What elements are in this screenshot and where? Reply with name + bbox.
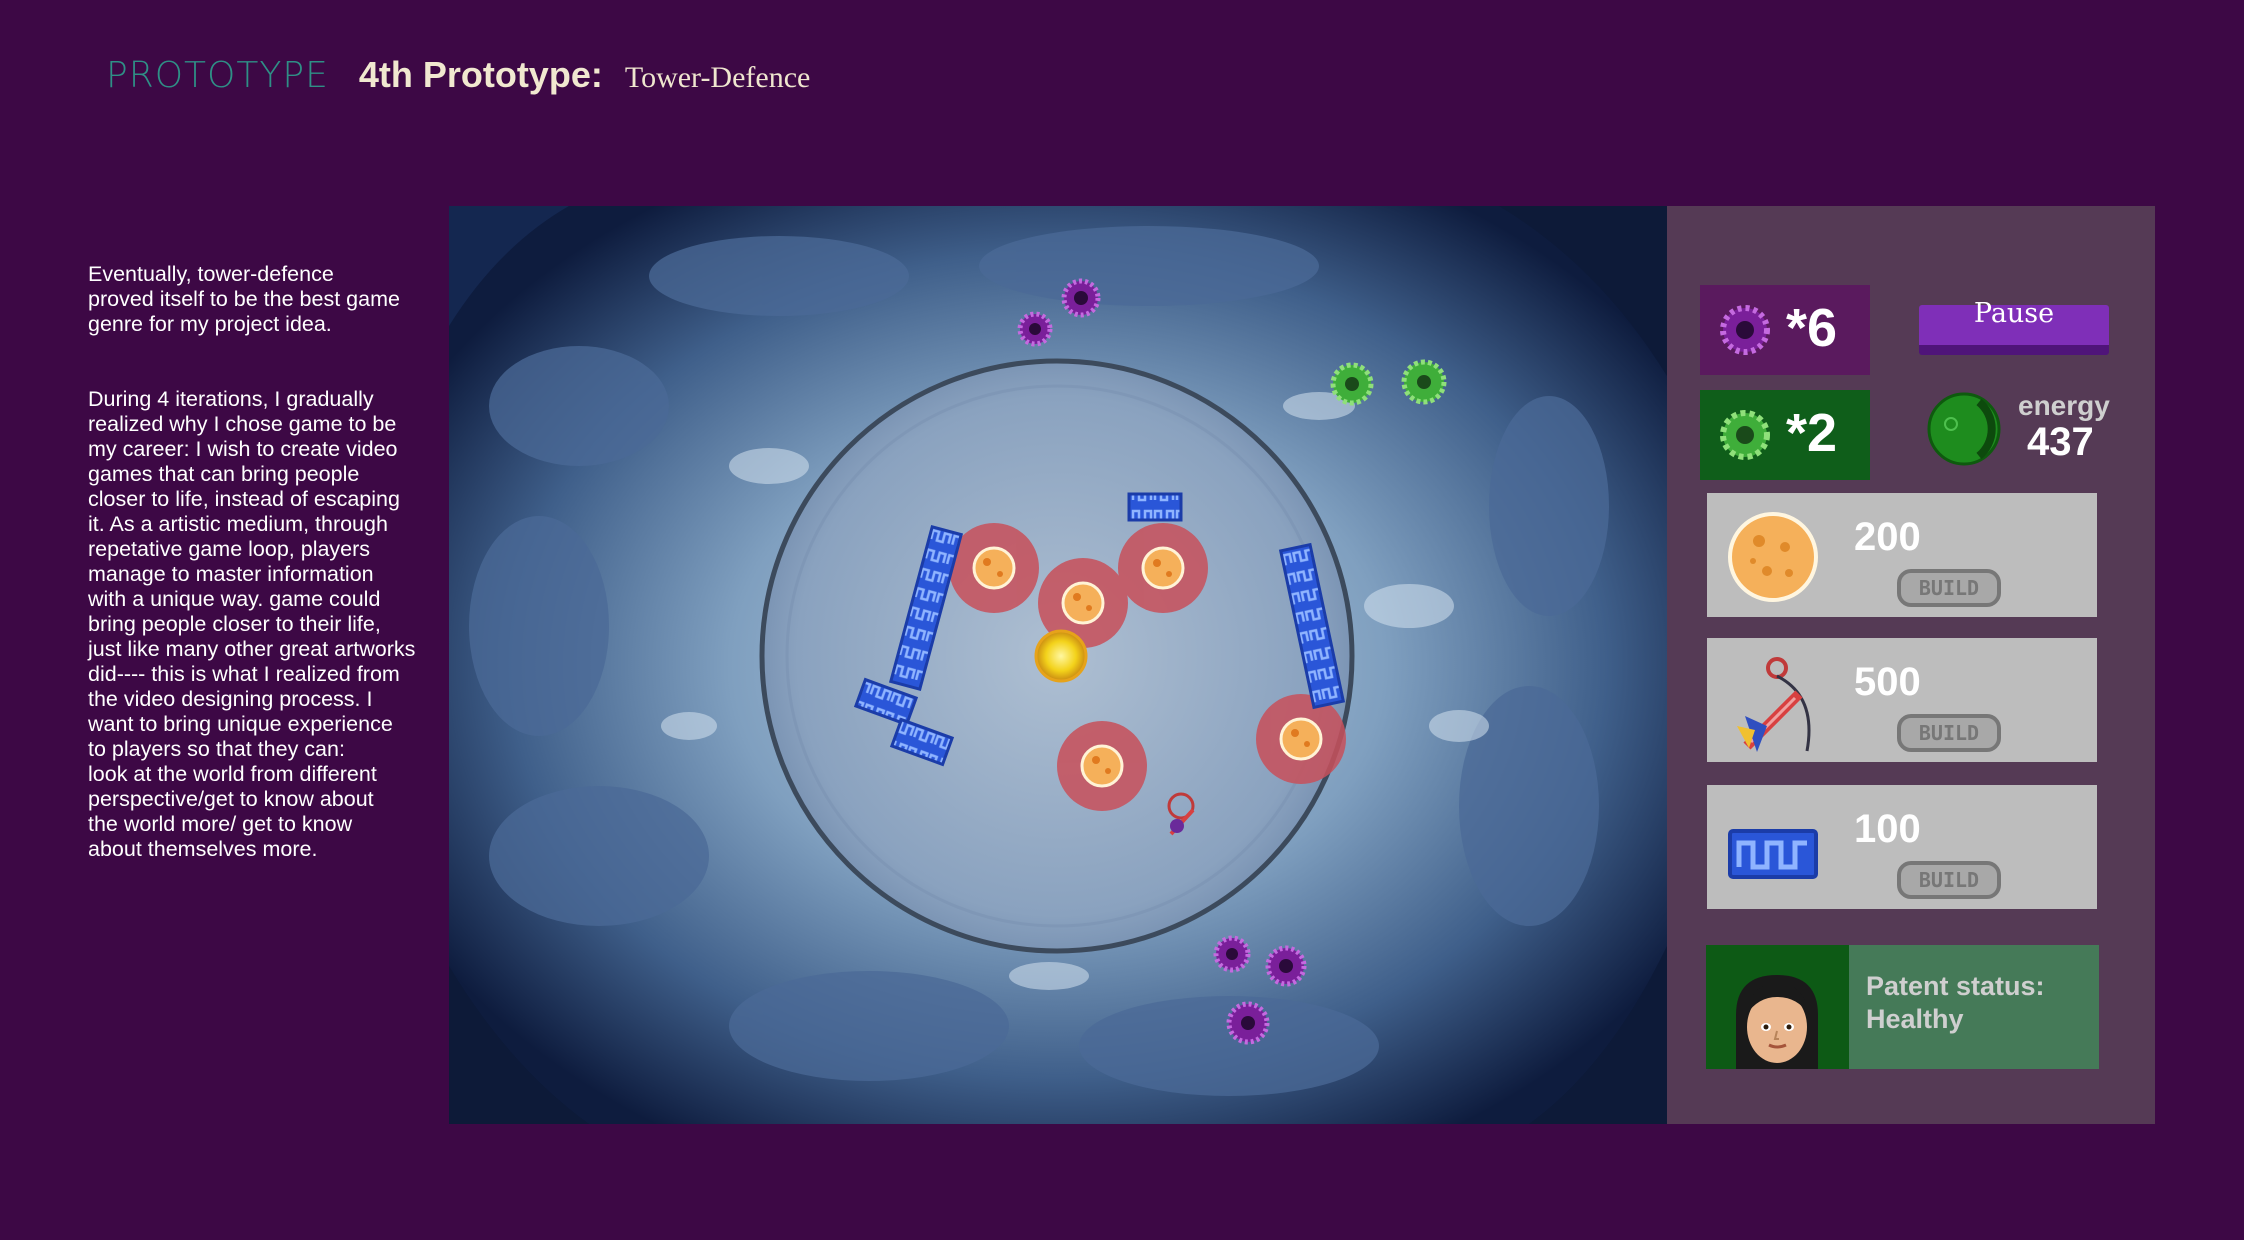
build-cost: 500 (1854, 660, 1921, 704)
patient-avatar-icon (1736, 975, 1818, 1069)
build-button[interactable]: BUILD (1897, 861, 2001, 899)
cell-tower-icon (1728, 512, 1818, 602)
description-paragraph-1: Eventually, tower-defence proved itself … (88, 262, 400, 336)
build-cost: 200 (1854, 515, 1921, 559)
patient-status-label: Patent status: (1866, 971, 2045, 1001)
header-category: PROTOTYPE (106, 55, 329, 96)
patient-avatar-frame (1706, 945, 1849, 1069)
purple-virus-counter: *6 (1700, 285, 1870, 375)
cell-tower-icon[interactable] (972, 546, 1016, 590)
game-side-panel: *6 *2 Pause energy 437 200 BUILD 500 BUI… (1667, 206, 2155, 1124)
page-header: PROTOTYPE 4th Prototype: Tower-Defence (106, 54, 810, 104)
green-virus-icon (1720, 410, 1770, 460)
purple-virus-icon (1213, 935, 1251, 973)
wall-barrier-icon (1728, 829, 1818, 879)
green-virus-counter: *2 (1700, 390, 1870, 480)
cell-tower-icon[interactable] (1279, 717, 1323, 761)
wall-barrier-icon[interactable] (1127, 492, 1183, 522)
green-virus-icon (1330, 362, 1374, 406)
purple-virus-icon (1265, 945, 1307, 987)
antibody-weapon-icon (1737, 657, 1811, 752)
purple-virus-icon (1017, 311, 1053, 347)
page-title: 4th Prototype: (358, 54, 603, 95)
purple-virus-icon (1720, 305, 1770, 355)
build-cost: 100 (1854, 807, 1921, 851)
build-card-cell-tower[interactable]: 200 BUILD (1707, 493, 2097, 617)
energy-value: 437 (2027, 420, 2094, 464)
build-card-wall-barrier[interactable]: 100 BUILD (1707, 785, 2097, 909)
energy-core (1034, 629, 1088, 683)
build-button[interactable]: BUILD (1897, 714, 2001, 752)
build-button[interactable]: BUILD (1897, 569, 2001, 607)
cell-tower-icon[interactable] (1141, 546, 1185, 590)
pause-button[interactable]: Pause (1919, 300, 2109, 355)
energy-orb-icon (1927, 392, 2001, 466)
energy-label: energy (2018, 390, 2110, 421)
green-virus-count: *2 (1786, 403, 1838, 463)
patient-status-text: Patent status: Healthy (1866, 970, 2045, 1036)
patient-status-value: Healthy (1866, 1004, 1964, 1034)
green-virus-icon (1401, 359, 1447, 405)
description-paragraph-2: During 4 iterations, I gradually realize… (88, 387, 416, 861)
build-card-antibody-weapon[interactable]: 500 BUILD (1707, 638, 2097, 762)
purple-virus-count: *6 (1786, 298, 1838, 358)
game-map[interactable] (449, 206, 1667, 1124)
cell-tower-icon[interactable] (1080, 744, 1124, 788)
patient-status-card: Patent status: Healthy (1706, 945, 2099, 1069)
project-description: Eventually, tower-defence proved itself … (88, 262, 438, 912)
purple-virus-icon (1226, 1001, 1270, 1045)
page-subtitle: Tower-Defence (624, 61, 811, 94)
purple-virus-icon (1061, 278, 1101, 318)
cell-tower-icon[interactable] (1061, 581, 1105, 625)
